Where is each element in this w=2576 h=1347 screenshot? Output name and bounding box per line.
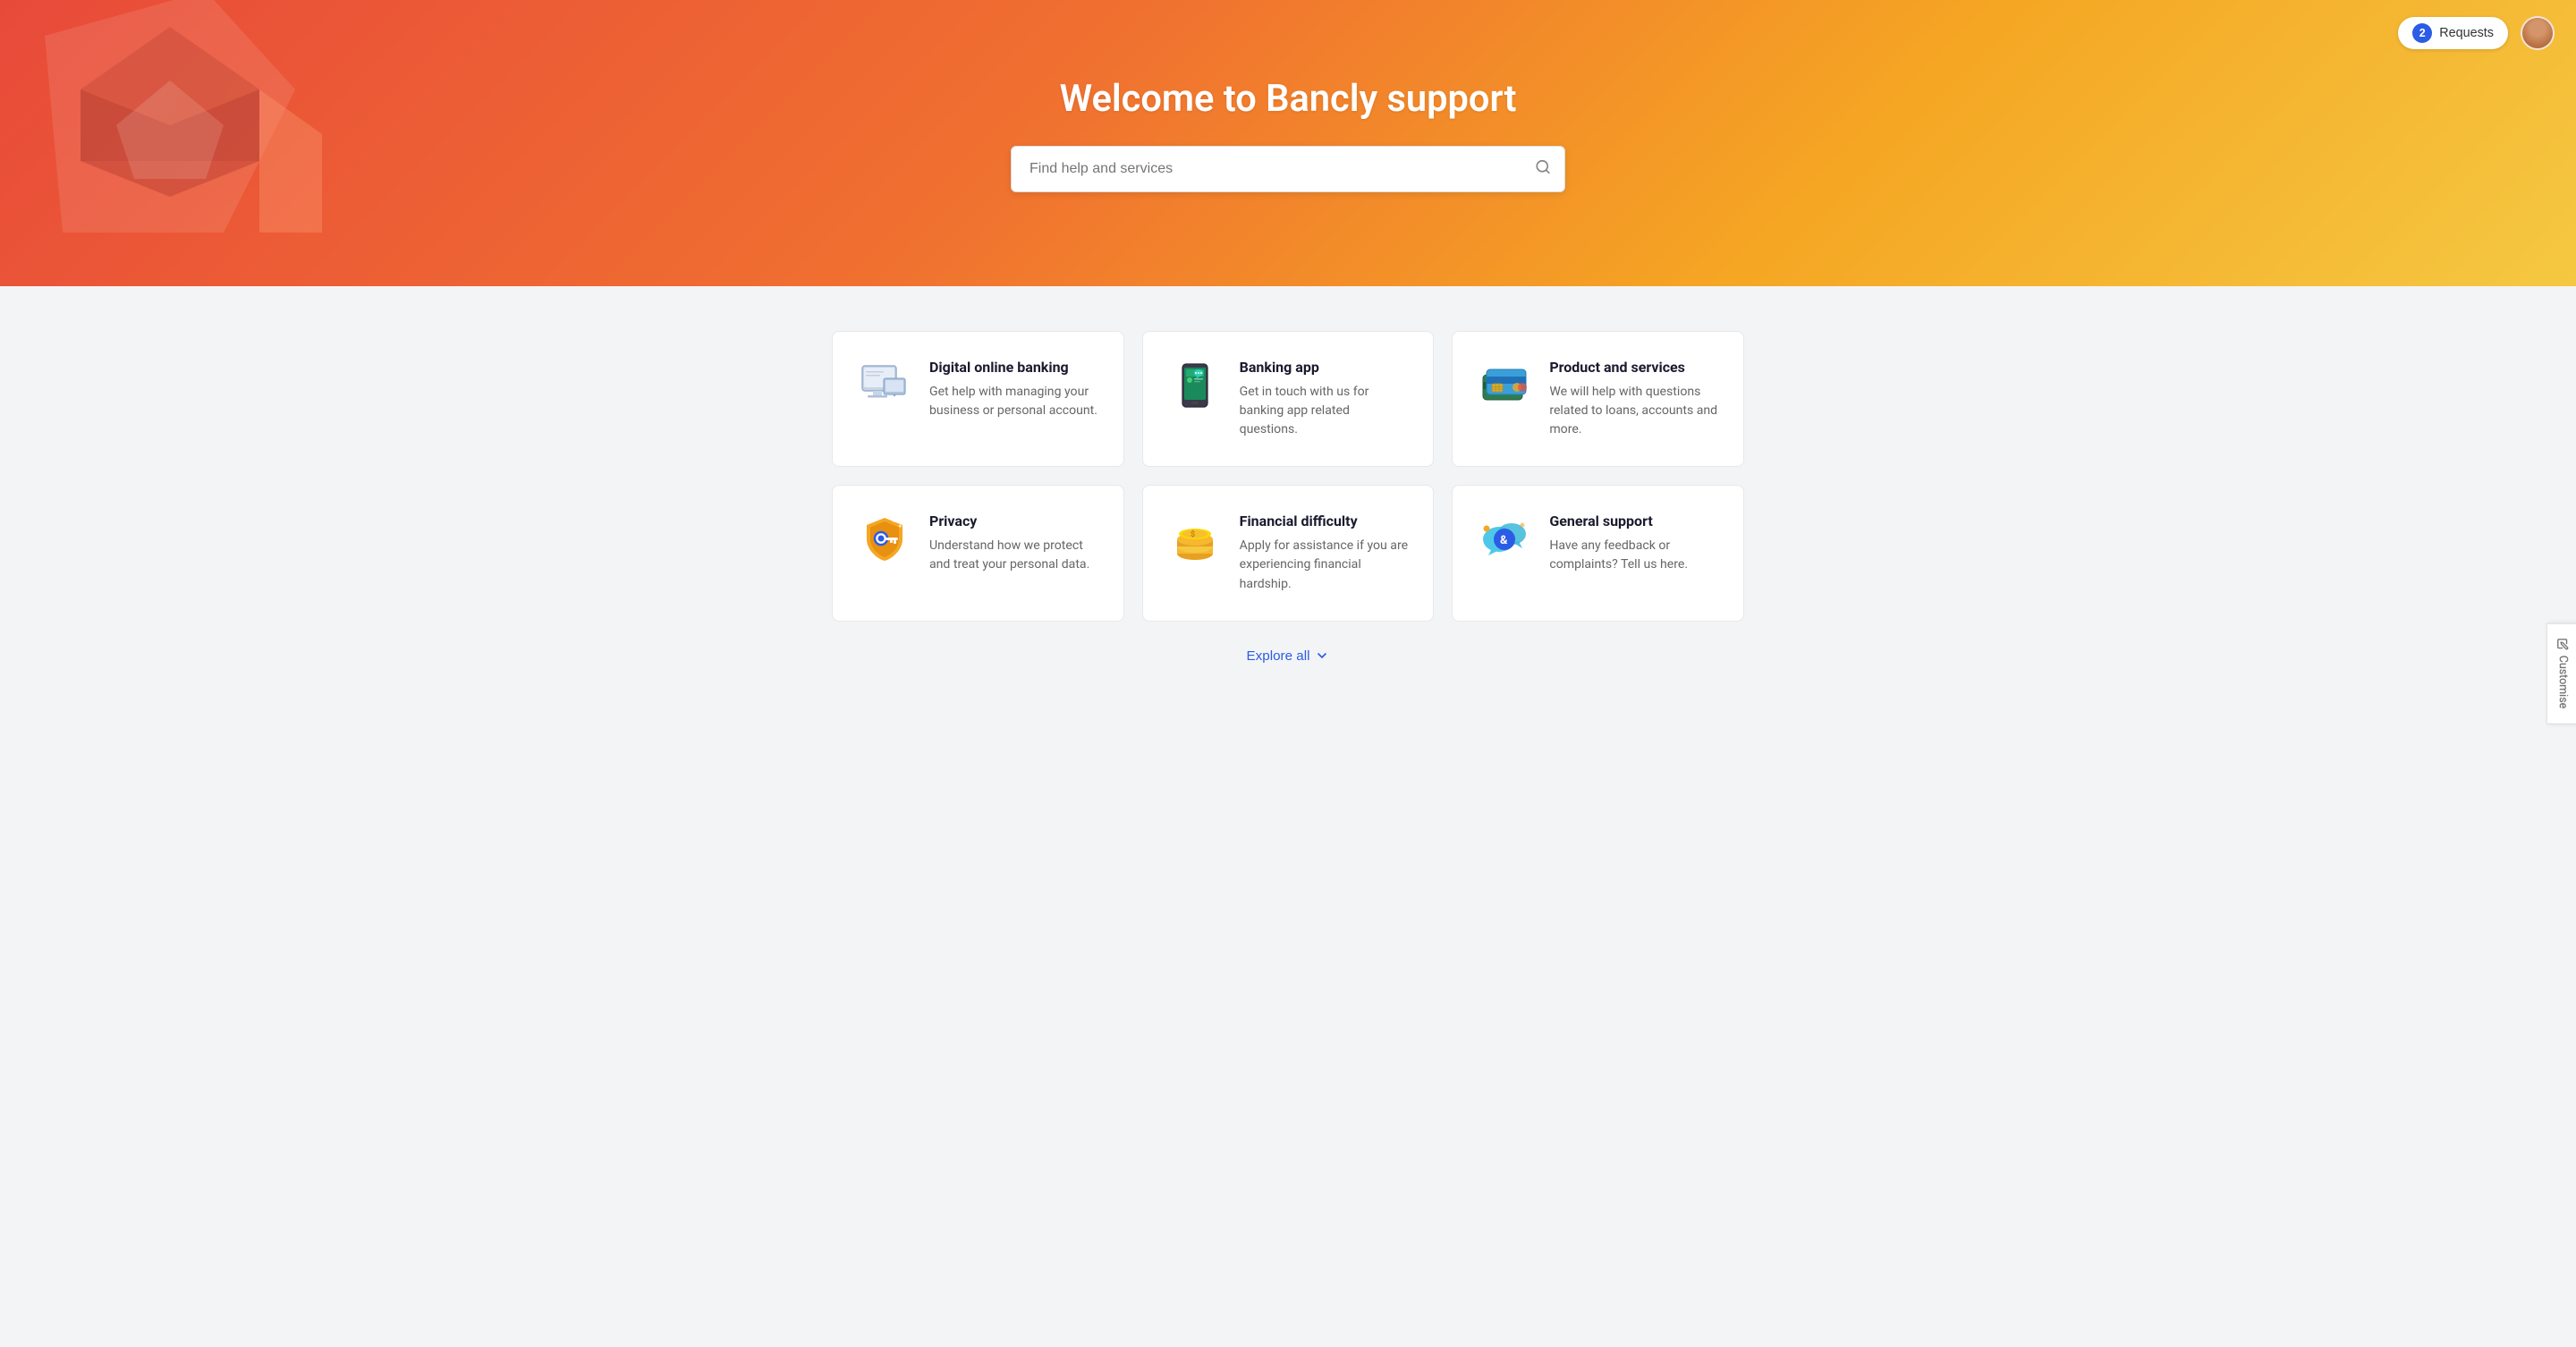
hero-section: 2 Requests Welcome to Bancly support [0,0,2576,286]
explore-all-label: Explore all [1247,648,1310,664]
search-button[interactable] [1535,158,1551,179]
card-title-digital-banking: Digital online banking [929,359,1098,376]
search-input[interactable] [1011,146,1565,192]
card-products-services[interactable]: Product and services We will help with q… [1452,331,1744,467]
requests-label: Requests [2439,26,2494,40]
coins-icon: $ [1172,514,1218,564]
cards-icon [1479,364,1530,407]
card-text-banking-app: Banking app Get in touch with us for ban… [1240,359,1409,439]
card-desc-privacy: Understand how we protect and treat your… [929,537,1098,574]
card-text-digital-banking: Digital online banking Get help with man… [929,359,1098,420]
card-text-privacy: Privacy Understand how we protect and tr… [929,513,1098,574]
search-icon [1535,158,1551,174]
pencil-icon [2557,639,2569,650]
svg-text:&: & [1500,534,1508,547]
search-wrapper [1011,146,1565,192]
card-title-products-services: Product and services [1549,359,1718,376]
card-icon-financial-difficulty: $ [1168,513,1222,566]
card-icon-privacy: ✦ ✦ [858,513,911,566]
card-financial-difficulty[interactable]: $ Financial difficulty Apply for assista… [1142,485,1435,621]
explore-all-section: Explore all [0,648,2576,664]
card-title-general-support: General support [1549,513,1718,529]
main-content: Digital online banking Get help with man… [0,286,2576,733]
avatar[interactable] [2521,16,2555,50]
svg-text:✦: ✦ [897,522,903,530]
avatar-image [2522,18,2553,48]
top-navigation: 2 Requests [2398,16,2555,50]
card-icon-general-support: & [1478,513,1531,566]
mobile-icon [1172,360,1218,411]
hero-title: Welcome to Bancly support [1060,77,1517,121]
card-desc-banking-app: Get in touch with us for banking app rel… [1240,383,1409,439]
card-text-general-support: General support Have any feedback or com… [1549,513,1718,574]
card-general-support[interactable]: & General support Have any feedback or c… [1452,485,1744,621]
svg-text:$: $ [1191,529,1195,539]
card-text-financial-difficulty: Financial difficulty Apply for assistanc… [1240,513,1409,593]
card-icon-digital-banking [858,359,911,412]
requests-badge: 2 [2412,23,2432,43]
chevron-down-icon [1315,648,1329,663]
card-privacy[interactable]: ✦ ✦ Privacy Understand how we protect an… [832,485,1124,621]
hero-decoration [27,0,331,268]
card-icon-banking-app [1168,359,1222,412]
svg-text:✦: ✦ [892,519,896,525]
card-desc-financial-difficulty: Apply for assistance if you are experien… [1240,537,1409,593]
card-title-privacy: Privacy [929,513,1098,529]
cards-grid: Digital online banking Get help with man… [796,331,1780,622]
card-desc-digital-banking: Get help with managing your business or … [929,383,1098,420]
card-digital-banking[interactable]: Digital online banking Get help with man… [832,331,1124,467]
customise-tab[interactable]: Customise [2546,623,2576,724]
explore-all-button[interactable]: Explore all [1247,648,1330,664]
card-title-banking-app: Banking app [1240,359,1409,376]
card-desc-products-services: We will help with questions related to l… [1549,383,1718,439]
monitor-icon [859,362,911,409]
card-icon-products-services [1478,359,1531,412]
card-desc-general-support: Have any feedback or complaints? Tell us… [1549,537,1718,574]
customise-label: Customise [2556,656,2570,709]
chat-icon: & [1479,514,1530,564]
card-banking-app[interactable]: Banking app Get in touch with us for ban… [1142,331,1435,467]
card-title-financial-difficulty: Financial difficulty [1240,513,1409,529]
card-text-products-services: Product and services We will help with q… [1549,359,1718,439]
shield-icon: ✦ ✦ [860,514,910,564]
requests-button[interactable]: 2 Requests [2398,17,2508,49]
